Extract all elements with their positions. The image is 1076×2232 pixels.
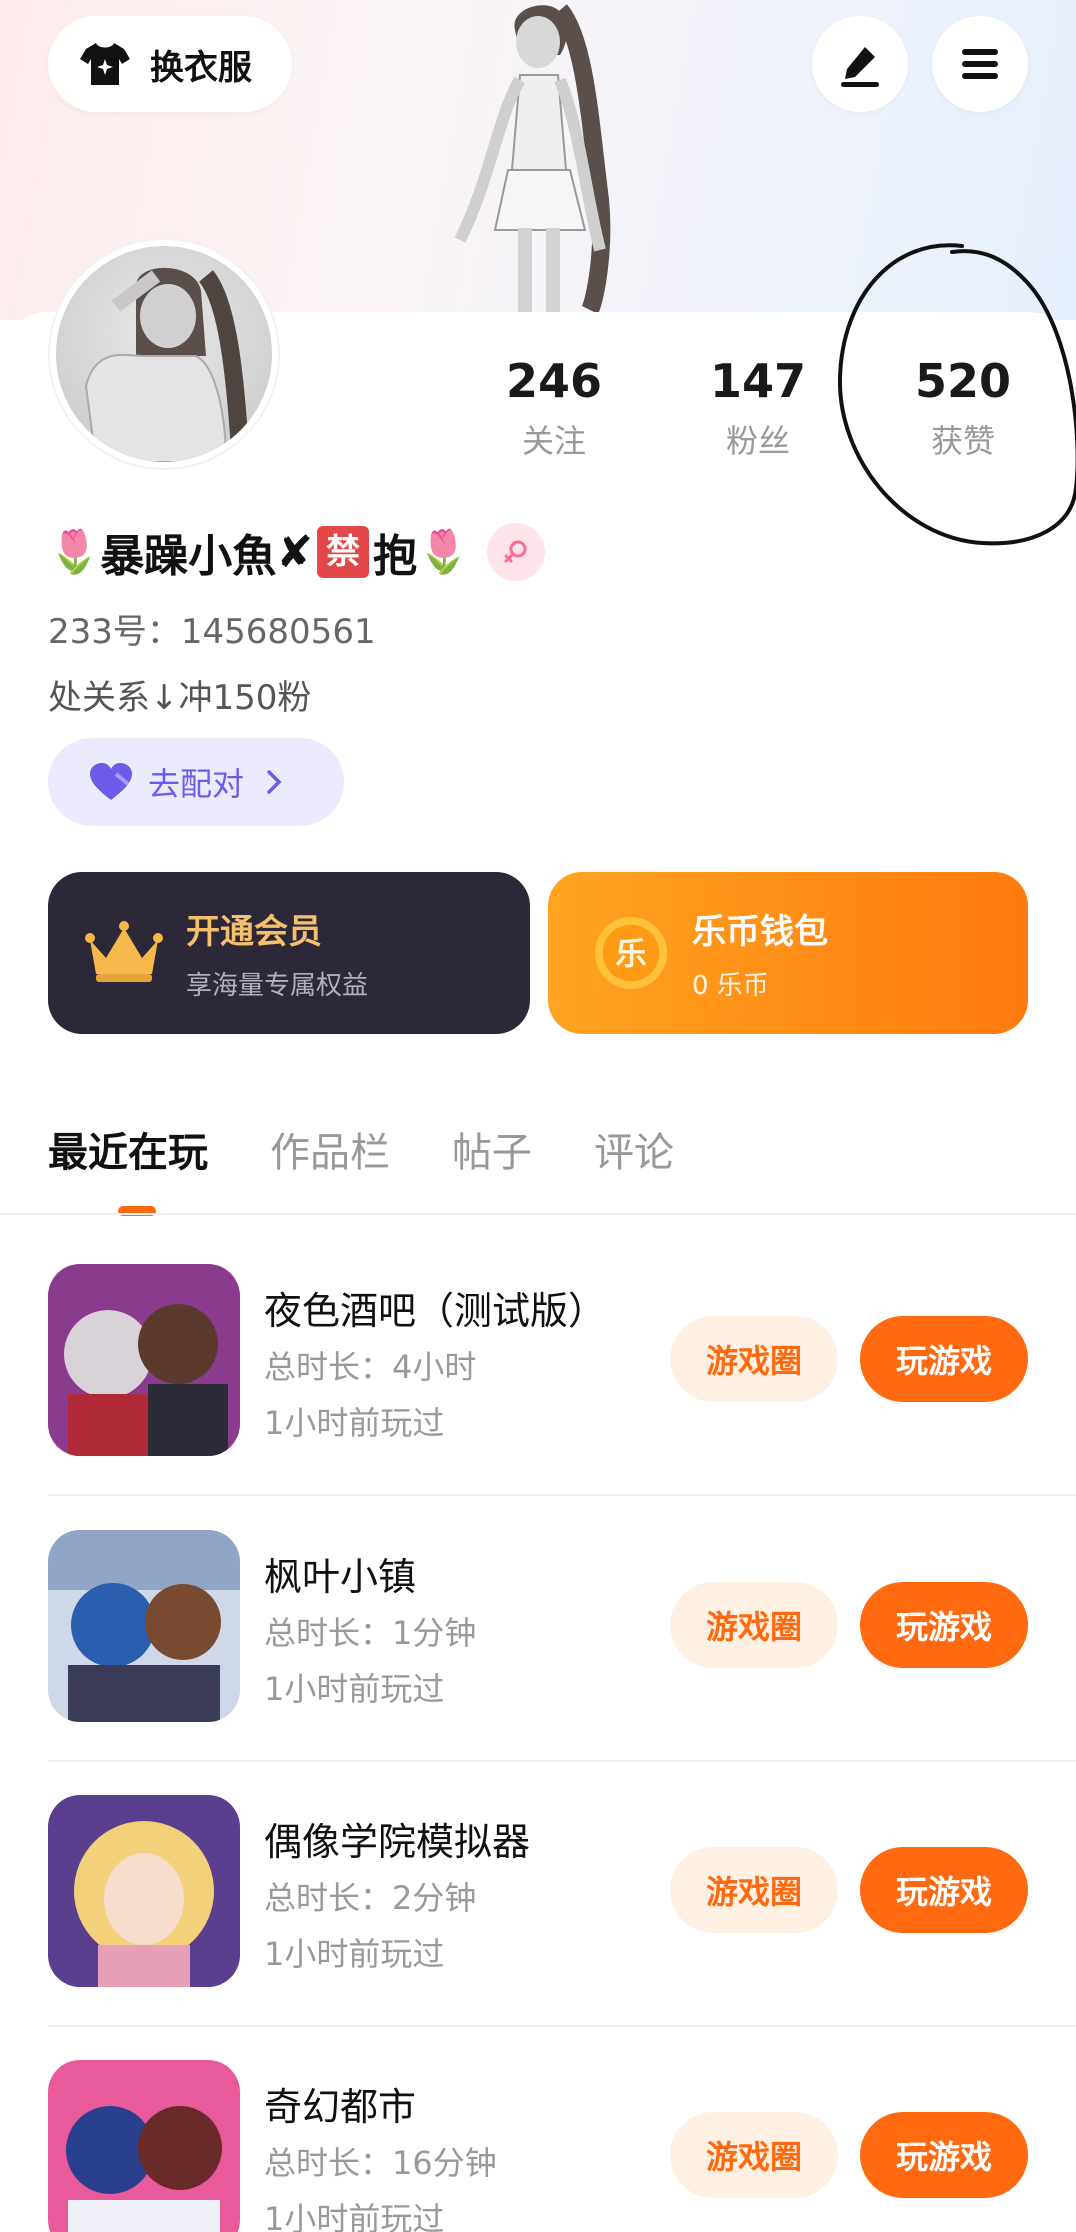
game-thumbnail-art xyxy=(48,1795,240,1987)
play-game-button[interactable]: 玩游戏 xyxy=(860,1316,1028,1402)
game-title: 偶像学院模拟器 xyxy=(264,1820,531,1864)
followers-count: 147 xyxy=(709,354,807,408)
play-game-button[interactable]: 玩游戏 xyxy=(860,1847,1028,1933)
stat-following[interactable]: 246 关注 xyxy=(464,354,644,462)
edit-profile-button[interactable] xyxy=(812,16,908,112)
game-duration: 总时长：4小时 xyxy=(264,1348,477,1386)
game-thumbnail-art xyxy=(48,2060,240,2232)
profile-tabs: 最近在玩 作品栏 帖子 评论 xyxy=(48,1120,674,1178)
female-icon xyxy=(487,523,546,581)
tab-recent-played[interactable]: 最近在玩 xyxy=(48,1120,208,1178)
game-thumbnail[interactable] xyxy=(48,2060,240,2232)
row-divider xyxy=(48,2025,1076,2027)
chevron-right-icon xyxy=(267,770,282,794)
coin-char: 乐 xyxy=(615,937,646,973)
play-game-button[interactable]: 玩游戏 xyxy=(860,1582,1028,1668)
nickname-part-b: 抱 xyxy=(373,531,418,582)
wallet-title: 乐币钱包 xyxy=(692,912,828,952)
character-figure-illustration xyxy=(454,4,611,320)
list-item[interactable]: 奇幻都市 总时长：16分钟 1小时前玩过 游戏圈 玩游戏 xyxy=(48,2060,1076,2232)
row-divider xyxy=(48,1494,1076,1496)
game-last-played: 1小时前玩过 xyxy=(264,1935,445,1973)
game-title: 夜色酒吧（测试版） xyxy=(264,1289,607,1333)
wallet-card[interactable]: 乐 乐币钱包 0 乐币 xyxy=(548,872,1028,1034)
avatar-portrait xyxy=(84,267,250,462)
game-thumbnail[interactable] xyxy=(48,1795,240,1987)
avatar[interactable] xyxy=(50,240,278,468)
tab-comments[interactable]: 评论 xyxy=(594,1120,674,1178)
menu-button[interactable] xyxy=(932,16,1028,112)
followers-label: 粉丝 xyxy=(725,422,790,460)
vip-title: 开通会员 xyxy=(186,912,322,952)
game-duration: 总时长：1分钟 xyxy=(264,1614,477,1652)
game-thumbnail-art xyxy=(48,1530,240,1722)
list-item[interactable]: 夜色酒吧（测试版） 总时长：4小时 1小时前玩过 游戏圈 玩游戏 xyxy=(48,1264,1076,1530)
match-label: 去配对 xyxy=(148,765,245,803)
following-count: 246 xyxy=(505,354,603,408)
game-thumbnail[interactable] xyxy=(48,1530,240,1722)
game-duration: 总时长：16分钟 xyxy=(264,2144,497,2182)
tab-works[interactable]: 作品栏 xyxy=(270,1120,390,1178)
game-title: 枫叶小镇 xyxy=(264,1555,417,1599)
game-circle-button[interactable]: 游戏圈 xyxy=(670,1582,838,1668)
game-circle-button[interactable]: 游戏圈 xyxy=(670,1847,838,1933)
game-circle-button[interactable]: 游戏圈 xyxy=(670,1316,838,1402)
following-label: 关注 xyxy=(521,422,586,460)
list-item[interactable]: 偶像学院模拟器 总时长：2分钟 1小时前玩过 游戏圈 玩游戏 xyxy=(48,1795,1076,2061)
nickname: 🌷 暴躁小魚 ✘ 禁 抱 🌷 xyxy=(48,520,546,584)
match-button[interactable]: 去配对 xyxy=(48,738,344,826)
outfit-button[interactable]: 换衣服 xyxy=(48,16,292,112)
user-id: 233号：145680561 xyxy=(48,612,376,652)
tab-posts[interactable]: 帖子 xyxy=(452,1120,532,1178)
wallet-balance: 0 乐币 xyxy=(692,971,769,1001)
forbidden-badge: 禁 xyxy=(317,526,370,578)
game-thumbnail-art xyxy=(48,1264,240,1456)
tshirt-icon xyxy=(80,43,130,85)
vip-card[interactable]: 开通会员 享海量专属权益 xyxy=(48,872,530,1034)
hand-drawn-circle-annotation xyxy=(837,243,1076,546)
stat-followers[interactable]: 147 粉丝 xyxy=(668,354,848,462)
cross-mark: ✘ xyxy=(276,526,314,578)
game-duration: 总时长：2分钟 xyxy=(264,1879,477,1917)
bio: 处关系↓冲150粉 xyxy=(48,678,312,718)
game-last-played: 1小时前玩过 xyxy=(264,1670,445,1708)
nickname-part-a: 暴躁小魚 xyxy=(100,531,277,582)
coin-icon: 乐 xyxy=(594,916,668,990)
list-item[interactable]: 枫叶小镇 总时长：1分钟 1小时前玩过 游戏圈 玩游戏 xyxy=(48,1530,1076,1796)
game-thumbnail[interactable] xyxy=(48,1264,240,1456)
vip-subtitle: 享海量专属权益 xyxy=(186,971,369,1001)
tabs-divider xyxy=(0,1213,1076,1215)
crown-icon xyxy=(85,921,163,982)
game-last-played: 1小时前玩过 xyxy=(264,2200,445,2232)
hamburger-menu-icon xyxy=(962,49,998,79)
play-game-button[interactable]: 玩游戏 xyxy=(860,2112,1028,2198)
game-circle-button[interactable]: 游戏圈 xyxy=(670,2112,838,2198)
outfit-label: 换衣服 xyxy=(150,47,252,88)
tulip-icon: 🌷 xyxy=(48,527,101,576)
tulip-icon: 🌷 xyxy=(417,527,470,576)
row-divider xyxy=(48,1760,1076,1762)
pen-icon xyxy=(841,47,879,87)
game-last-played: 1小时前玩过 xyxy=(264,1404,445,1442)
game-title: 奇幻都市 xyxy=(264,2085,417,2129)
heart-icon xyxy=(90,763,132,800)
